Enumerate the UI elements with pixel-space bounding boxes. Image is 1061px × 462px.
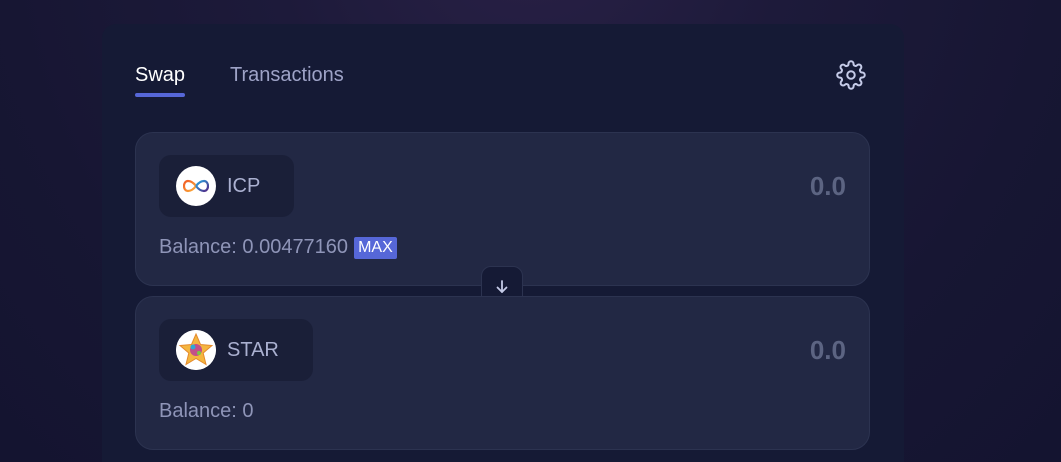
- gear-icon[interactable]: [836, 60, 866, 90]
- max-button[interactable]: MAX: [354, 236, 397, 259]
- to-token-selector[interactable]: STAR: [159, 319, 313, 381]
- to-balance-label: Balance: 0: [159, 400, 254, 422]
- to-balance: Balance: 0: [159, 400, 254, 423]
- swap-panel: Swap Transactions ICP 0.0 Balance: 0.004…: [102, 24, 904, 462]
- from-balance: Balance: 0.00477160 MAX: [159, 236, 397, 259]
- from-token-symbol: ICP: [227, 174, 261, 197]
- to-token-card: STAR Balance: 0: [135, 296, 870, 450]
- to-token-symbol: STAR: [227, 338, 279, 361]
- from-token-selector[interactable]: ICP: [159, 155, 295, 217]
- tab-swap[interactable]: Swap: [135, 64, 186, 97]
- arrow-down-icon: [496, 280, 508, 293]
- from-balance-label: Balance: 0.00477160: [159, 236, 349, 258]
- tab-bar: Swap Transactions: [135, 64, 344, 97]
- from-token-card: ICP Balance: 0.00477160 MAX: [135, 132, 870, 286]
- tab-transactions[interactable]: Transactions: [230, 64, 344, 97]
- icp-infinity-icon: [176, 166, 216, 206]
- to-amount-input[interactable]: [646, 335, 846, 366]
- from-amount-input[interactable]: [646, 171, 846, 202]
- star-token-icon: [176, 330, 216, 370]
